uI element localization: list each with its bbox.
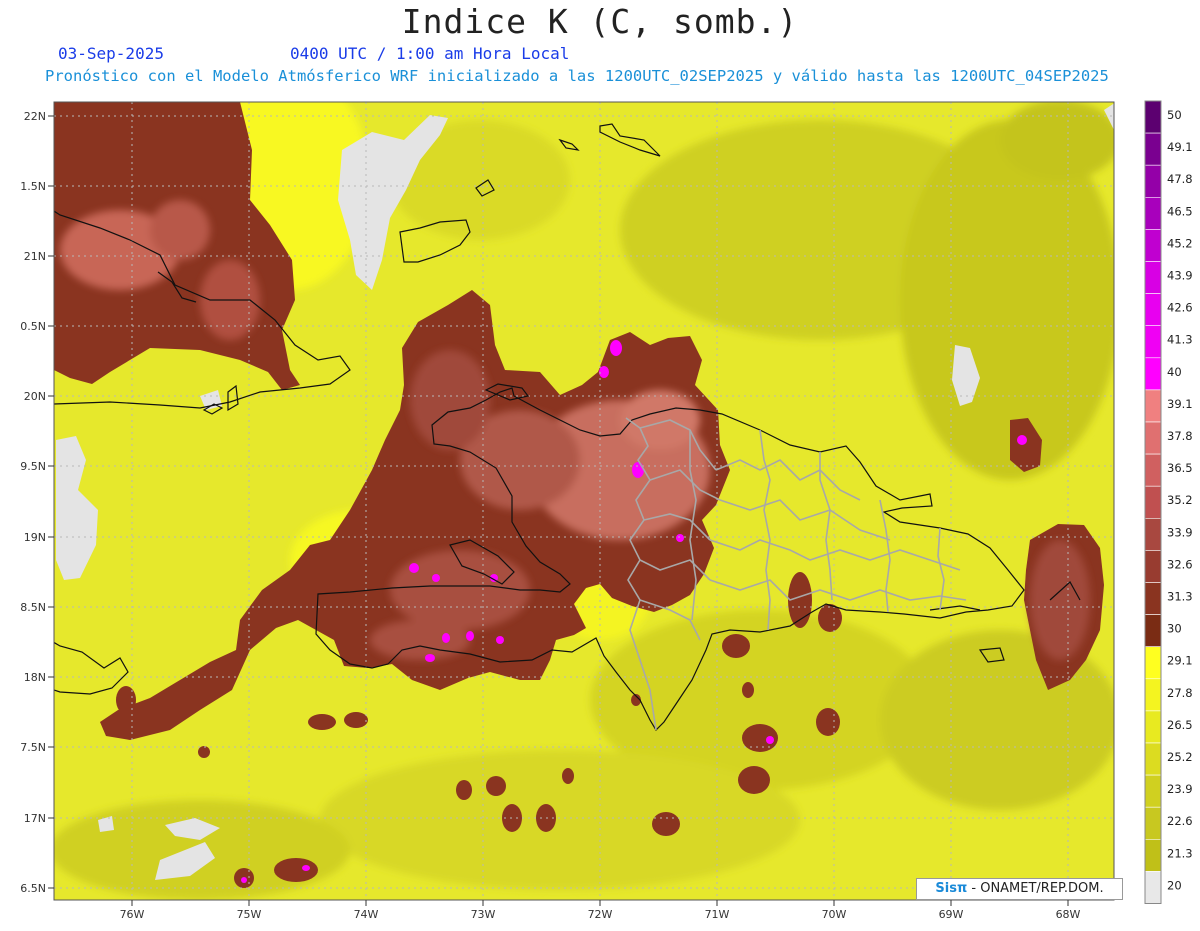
colorbar-swatch	[1144, 742, 1162, 776]
colorbar-swatch	[1144, 582, 1162, 615]
colorbar-label: 27.8	[1167, 686, 1193, 700]
lon-label: 75W	[237, 908, 262, 921]
colorbar-label: 29.1	[1167, 654, 1193, 668]
lat-label: 6.5N	[20, 882, 46, 895]
colorbar-label: 23.9	[1167, 782, 1193, 796]
colorbar-label: 31.3	[1167, 590, 1193, 604]
colorbar-label: 50	[1167, 108, 1182, 122]
colorbar-label: 32.6	[1167, 557, 1193, 571]
colorbar-label: 40	[1167, 365, 1182, 379]
lon-label: 71W	[705, 908, 730, 921]
colorbar-swatch	[1144, 389, 1162, 423]
colorbar-swatch	[1144, 357, 1162, 391]
lon-label: 76W	[120, 908, 145, 921]
colorbar-swatch	[1144, 261, 1162, 294]
cell	[456, 780, 472, 800]
colorbar-swatch	[1144, 678, 1162, 712]
colorbar-label: 39.1	[1167, 397, 1193, 411]
lat-label: 7.5N	[20, 741, 46, 754]
colorbar-swatch	[1144, 550, 1162, 583]
colorbar-label: 21.3	[1167, 846, 1193, 860]
lat-label: 0.5N	[20, 320, 46, 333]
cell	[344, 712, 368, 728]
cell	[742, 682, 754, 698]
colorbar-label: 46.5	[1167, 204, 1193, 218]
credit-text: - ONAMET/REP.DOM.	[967, 881, 1104, 896]
colorbar-swatch	[1144, 485, 1162, 519]
colorbar-swatch	[1144, 197, 1162, 230]
longitude-labels: 76W 75W 74W 73W 72W 71W 70W 69W 68W	[120, 908, 1081, 921]
credit-box: Sisπ - ONAMET/REP.DOM.	[916, 878, 1123, 900]
colorbar-swatch	[1144, 774, 1162, 808]
colorbar-label: 20	[1167, 878, 1182, 892]
lat-label: 21N	[24, 250, 46, 263]
lon-label: 68W	[1056, 908, 1081, 921]
colorbar-swatch	[1144, 871, 1162, 904]
lon-label: 73W	[471, 908, 496, 921]
lat-label: 1.5N	[20, 180, 46, 193]
colorbar-label: 45.2	[1167, 236, 1193, 250]
colorbar-swatch	[1144, 100, 1162, 134]
lat-label: 20N	[24, 390, 46, 403]
lat-label: 17N	[24, 812, 46, 825]
colorbar-swatch	[1144, 229, 1162, 262]
cell	[562, 768, 574, 784]
colorbar-swatch	[1144, 325, 1162, 359]
colorbar-swatch	[1144, 838, 1162, 872]
cell	[308, 714, 336, 730]
colorbar-swatch	[1144, 646, 1162, 680]
colorbar-label: 49.1	[1167, 140, 1193, 154]
colorbar-swatch	[1144, 517, 1162, 551]
cell	[652, 812, 680, 836]
colorbar-swatch	[1144, 293, 1162, 327]
colorbar-swatch	[1144, 164, 1162, 198]
cell	[198, 746, 210, 758]
lon-label: 74W	[354, 908, 379, 921]
colorbar-label: 25.2	[1167, 750, 1193, 764]
lon-label: 70W	[822, 908, 847, 921]
colorbar-swatch	[1144, 453, 1162, 487]
colorbar-swatch	[1144, 421, 1162, 455]
cell	[816, 708, 840, 736]
colorbar-label: 37.8	[1167, 429, 1193, 443]
colorbar-label: 36.5	[1167, 461, 1193, 475]
cell	[274, 858, 318, 882]
colorbar-label: 42.6	[1167, 301, 1193, 315]
latitude-labels: 22N 1.5N 21N 0.5N 20N 9.5N 19N 8.5N 18N …	[20, 110, 46, 895]
cell	[738, 766, 770, 794]
colorbar-label: 26.5	[1167, 718, 1193, 732]
colorbar-label: 22.6	[1167, 814, 1193, 828]
cell	[722, 634, 750, 658]
colorbar-label: 47.8	[1167, 172, 1193, 186]
colorbar-label: 41.3	[1167, 333, 1193, 347]
colorbar-label: 43.9	[1167, 269, 1193, 283]
map-svg: 22N 1.5N 21N 0.5N 20N 9.5N 19N 8.5N 18N …	[20, 100, 1193, 921]
lat-label: 19N	[24, 531, 46, 544]
colorbar-swatch	[1144, 132, 1162, 166]
cell	[116, 686, 136, 714]
colorbar-swatch	[1144, 614, 1162, 647]
colorbar-swatch	[1144, 806, 1162, 840]
lon-label: 69W	[939, 908, 964, 921]
map-container: 22N 1.5N 21N 0.5N 20N 9.5N 19N 8.5N 18N …	[0, 0, 1200, 927]
colorbar-label: 33.9	[1167, 525, 1193, 539]
credit-brand: Sisπ	[935, 881, 968, 896]
colorbar-swatch	[1144, 710, 1162, 744]
colorbar-label: 35.2	[1167, 493, 1193, 507]
lon-label: 72W	[588, 908, 613, 921]
lat-label: 8.5N	[20, 601, 46, 614]
lat-label: 22N	[24, 110, 46, 123]
lat-label: 9.5N	[20, 460, 46, 473]
lat-label: 18N	[24, 671, 46, 684]
map-field	[54, 102, 1114, 900]
colorbar-label: 30	[1167, 622, 1182, 636]
colorbar: 50 49.1 47.8 46.5 45.2 43.9 42.6 41.3 40 39.1 37.8…	[1144, 100, 1193, 904]
cell	[486, 776, 506, 796]
